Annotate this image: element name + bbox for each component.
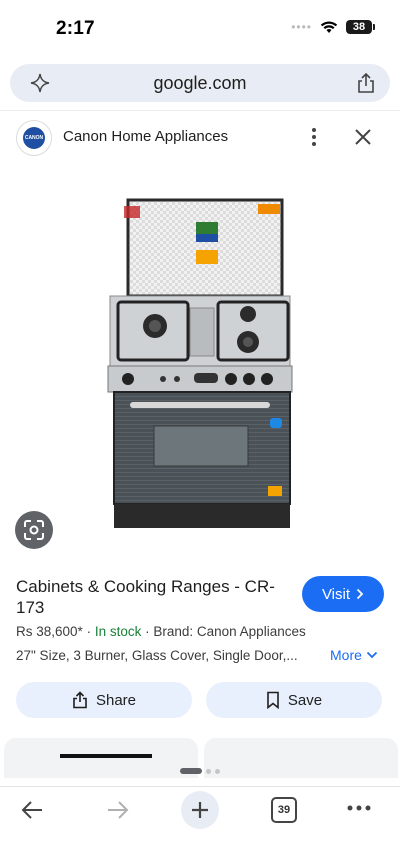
visit-button[interactable]: Visit	[302, 576, 384, 612]
url-text[interactable]: google.com	[10, 73, 390, 94]
product-image[interactable]	[100, 196, 300, 532]
signal-dots-icon: ••••	[291, 20, 312, 34]
source-logo-badge: CANON	[23, 127, 45, 149]
product-price: Rs 38,600*	[16, 624, 83, 639]
product-description: 27" Size, 3 Burner, Glass Cover, Single …	[16, 648, 298, 663]
save-label: Save	[287, 691, 323, 709]
share-icon[interactable]	[356, 72, 376, 94]
share-label: Share	[95, 691, 137, 709]
back-arrow-icon[interactable]	[20, 797, 46, 823]
visit-label: Visit	[321, 585, 351, 603]
google-lens-icon	[24, 520, 44, 540]
meta-separator: ·	[86, 624, 95, 639]
page-indicator-dot	[215, 768, 220, 774]
share-icon	[73, 691, 87, 709]
page-indicator	[0, 768, 400, 774]
wifi-icon	[320, 21, 338, 33]
toolbar-divider	[0, 786, 400, 787]
status-icons: •••• 38	[291, 20, 375, 34]
tabs-button[interactable]: 39	[271, 797, 297, 823]
share-button[interactable]: Share	[16, 682, 192, 718]
battery-indicator: 38	[346, 20, 375, 34]
product-brand: Brand: Canon Appliances	[153, 624, 306, 639]
stock-status: In stock	[94, 624, 142, 639]
close-icon[interactable]	[352, 126, 374, 148]
more-horiz-icon[interactable]	[346, 800, 372, 816]
product-title[interactable]: Cabinets & Cooking Ranges - CR-173	[16, 576, 286, 618]
new-tab-button[interactable]	[181, 791, 219, 829]
divider	[0, 110, 400, 111]
more-button[interactable]: More	[330, 647, 378, 663]
bookmark-icon	[267, 691, 279, 709]
plus-icon	[192, 802, 208, 818]
page-indicator-active	[180, 768, 202, 774]
status-time: 2:17	[56, 18, 95, 39]
address-bar[interactable]: google.com	[10, 64, 390, 102]
chevron-down-icon	[366, 651, 378, 659]
source-logo[interactable]: CANON	[16, 120, 52, 156]
more-label: More	[330, 647, 362, 663]
page-indicator-dot	[206, 768, 211, 774]
chevron-right-icon	[356, 588, 364, 600]
forward-arrow-icon[interactable]	[104, 797, 130, 823]
save-button[interactable]: Save	[206, 682, 382, 718]
product-meta: Rs 38,600* · In stock · Brand: Canon App…	[16, 624, 306, 639]
more-vert-icon[interactable]	[306, 126, 322, 148]
related-card-thumbnail	[60, 754, 152, 758]
google-lens-button[interactable]	[15, 511, 53, 549]
source-name[interactable]: Canon Home Appliances	[63, 128, 228, 145]
